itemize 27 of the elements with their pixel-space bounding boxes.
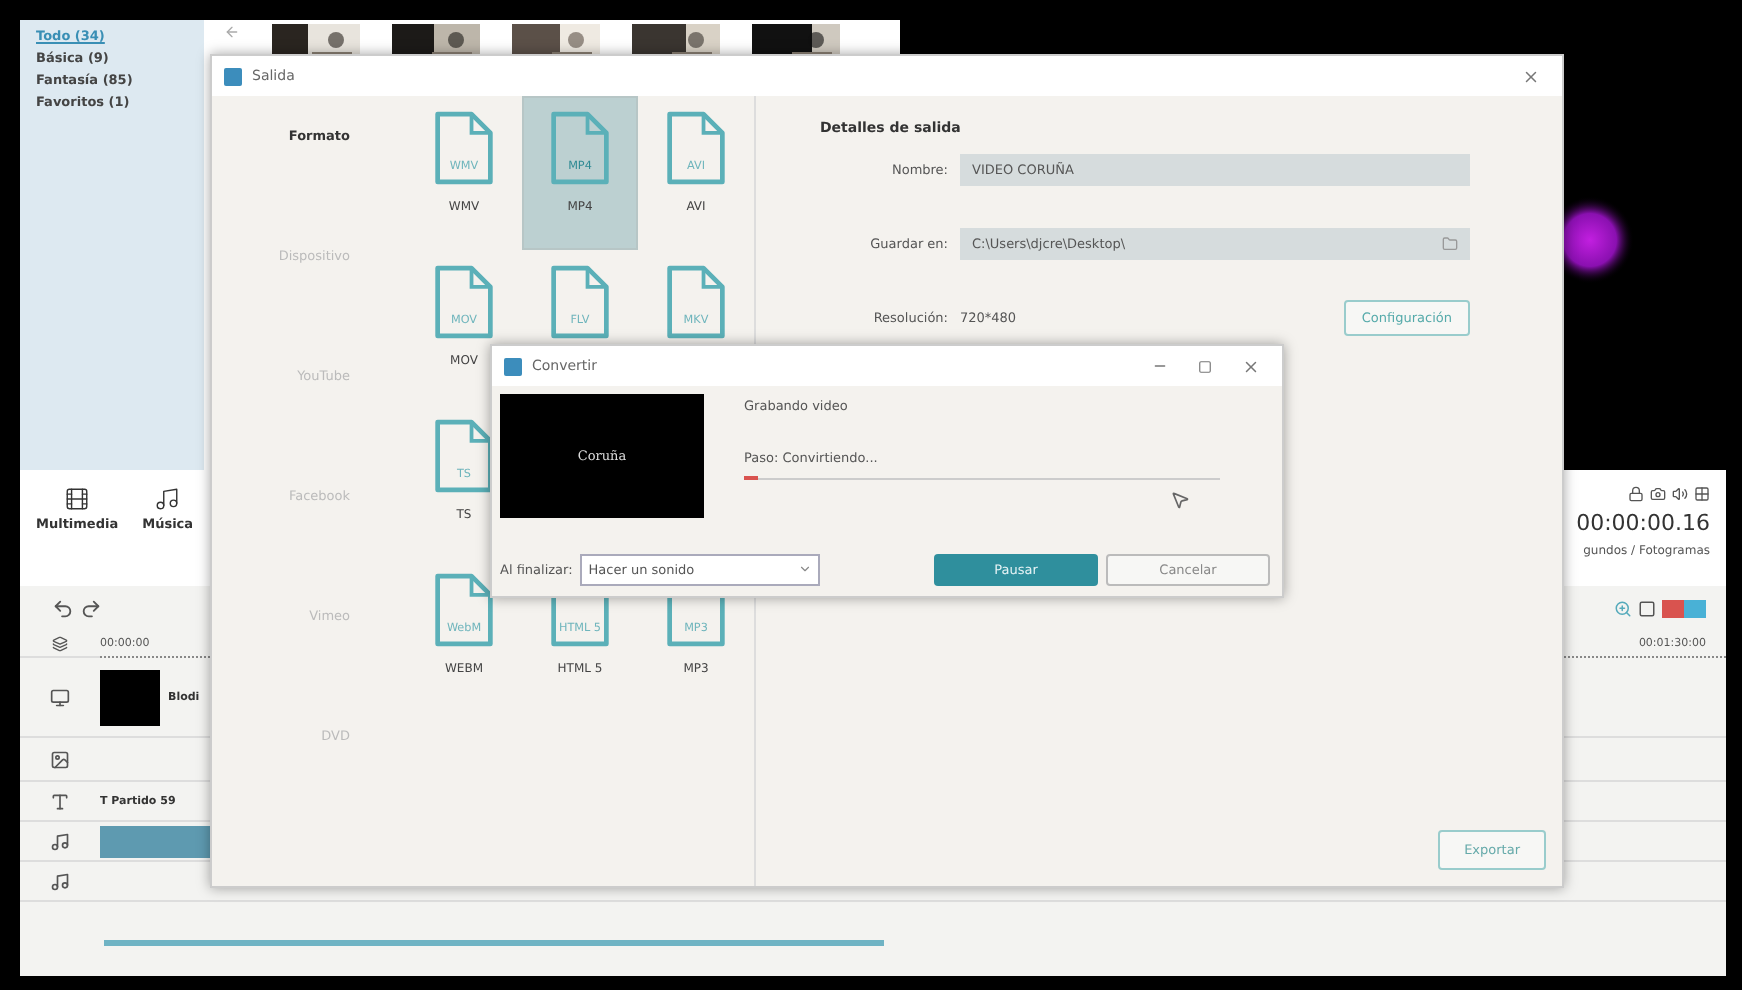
mouse-cursor-icon [1170, 490, 1190, 510]
record-button[interactable] [1662, 599, 1706, 617]
close-icon [1522, 67, 1540, 85]
speaker-icon[interactable] [1672, 486, 1688, 502]
fullscreen-icon[interactable] [1694, 486, 1710, 502]
image-icon [50, 749, 70, 769]
close-icon [1242, 357, 1260, 375]
timecode: 00:00:00.16 [1576, 510, 1710, 536]
monitor-icon [50, 687, 70, 707]
chevron-down-icon [798, 562, 813, 576]
undo-icon[interactable] [52, 597, 74, 619]
music-note-icon [50, 871, 70, 891]
maximize-icon [1198, 359, 1212, 373]
scrollbar[interactable] [104, 940, 884, 946]
app-icon [504, 357, 522, 375]
lock-icon[interactable] [1628, 486, 1644, 502]
app-icon [224, 67, 242, 85]
music-note-icon [50, 831, 70, 851]
camera-icon[interactable] [1650, 486, 1666, 502]
fit-icon[interactable] [1638, 599, 1656, 617]
film-icon [64, 486, 91, 512]
video-clip-thumbnail [100, 669, 160, 725]
layers-icon[interactable] [52, 635, 68, 651]
redo-icon[interactable] [80, 597, 102, 619]
zoom-icon[interactable] [1614, 599, 1632, 617]
music-note-icon [154, 486, 181, 512]
text-icon [50, 791, 70, 811]
